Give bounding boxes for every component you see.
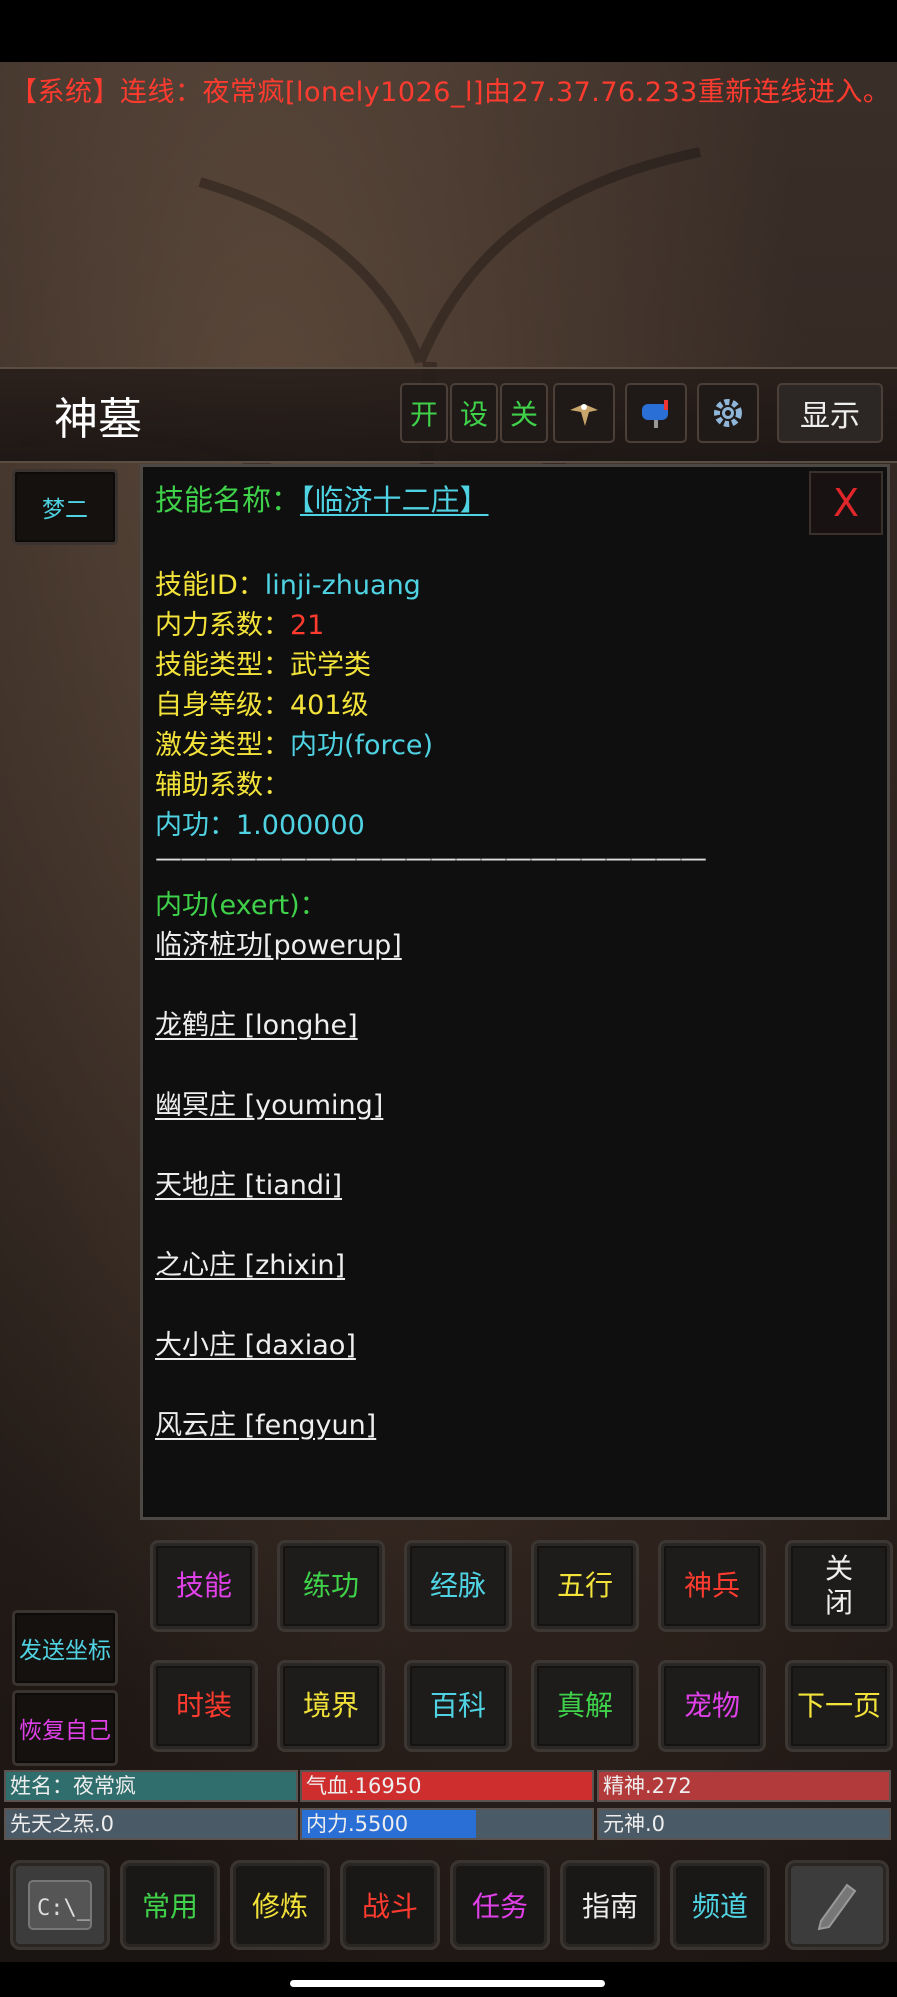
eagle-icon[interactable]: [553, 383, 615, 443]
skill-detail-panel: 技能名称：【临济十二庄】 X 技能ID：linji-zhuang 内力系数：21…: [140, 464, 890, 1520]
nav-cultivate[interactable]: 修炼: [230, 1860, 330, 1950]
yuanshen-value: 元神.0: [603, 1812, 666, 1836]
exert-item[interactable]: 幽冥庄 [youming]: [155, 1083, 383, 1122]
skill-title-value[interactable]: 【临济十二庄】: [300, 483, 489, 517]
nav-quest[interactable]: 任务: [450, 1860, 550, 1950]
divine-weapon-button[interactable]: 神兵: [658, 1540, 766, 1632]
close-toggle-button[interactable]: 关: [500, 383, 548, 443]
five-elements-button[interactable]: 五行: [531, 1540, 639, 1632]
level-label: 自身等级：: [155, 690, 290, 721]
pet-button[interactable]: 宠物: [658, 1660, 766, 1752]
aux-label: 辅助系数：: [155, 770, 290, 801]
neili-row: 内力系数：21: [155, 603, 324, 642]
nav-common[interactable]: 常用: [120, 1860, 220, 1950]
hp-bar: 气血.16950: [300, 1770, 594, 1802]
svg-text:C:\_: C:\_: [37, 1896, 91, 1921]
settings-button[interactable]: 设: [450, 383, 498, 443]
skill-id-value: linji-zhuang: [264, 570, 421, 601]
nav-guide[interactable]: 指南: [560, 1860, 660, 1950]
neili-value: 21: [290, 610, 325, 641]
room-header: 神墓 开 设 关 显示: [0, 367, 897, 463]
exert-item[interactable]: 风云庄 [fengyun]: [155, 1403, 376, 1442]
exert-item[interactable]: 之心庄 [zhixin]: [155, 1243, 345, 1282]
force-row: 内功：1.000000: [155, 803, 365, 842]
spirit-value: 精神.272: [603, 1774, 692, 1798]
skill-id-row: 技能ID：linji-zhuang: [155, 563, 421, 602]
exert-item[interactable]: 天地庄 [tiandi]: [155, 1163, 342, 1202]
skill-title-label: 技能名称：: [155, 483, 301, 517]
spirit-bar: 精神.272: [597, 1770, 891, 1802]
mailbox-icon[interactable]: [625, 383, 687, 443]
exert-type-label: 激发类型：: [155, 730, 290, 761]
open-button[interactable]: 开: [400, 383, 448, 443]
exert-item[interactable]: 大小庄 [daxiao]: [155, 1323, 356, 1362]
exert-header: 内功(exert)：: [155, 890, 327, 921]
skill-type-value: 武学类: [290, 650, 371, 681]
gear-icon[interactable]: [697, 383, 759, 443]
skill-id-label: 技能ID：: [155, 570, 265, 601]
realm-button[interactable]: 境界: [277, 1660, 385, 1752]
player-name: 姓名：夜常疯: [10, 1774, 136, 1798]
exert-item[interactable]: 龙鹤庄 [longhe]: [155, 1003, 358, 1042]
exert-type-value: 内功(force): [290, 730, 434, 761]
close-menu-button[interactable]: 关 闭: [785, 1540, 893, 1632]
exert-type-row: 激发类型：内功(force): [155, 723, 433, 762]
dream-two-button[interactable]: 梦二: [12, 469, 118, 545]
level-row: 自身等级：401级: [155, 683, 369, 722]
xiantian-value: 先天之炁.0: [10, 1812, 115, 1836]
home-indicator[interactable]: [290, 1980, 605, 1987]
meridian-button[interactable]: 经脉: [404, 1540, 512, 1632]
next-page-button[interactable]: 下一页: [785, 1660, 893, 1752]
skill-title: 技能名称：【临济十二庄】: [155, 477, 489, 519]
yuanshen-bar: 元神.0: [597, 1808, 891, 1840]
force-label: 内功：: [155, 810, 236, 841]
skill-type-label: 技能类型：: [155, 650, 290, 681]
nav-battle[interactable]: 战斗: [340, 1860, 440, 1950]
true-solution-button[interactable]: 真解: [531, 1660, 639, 1752]
neili-label: 内力系数：: [155, 610, 290, 641]
exert-item[interactable]: 临济桩功[powerup]: [155, 923, 402, 962]
room-name: 神墓: [54, 394, 142, 445]
neili-bar-value: 内力.5500: [306, 1812, 409, 1836]
costume-button[interactable]: 时装: [150, 1660, 258, 1752]
name-bar: 姓名：夜常疯: [4, 1770, 298, 1802]
xiantian-bar: 先天之炁.0: [4, 1808, 298, 1840]
hp-value: 气血.16950: [306, 1774, 422, 1798]
encyclopedia-button[interactable]: 百科: [404, 1660, 512, 1752]
nav-channel[interactable]: 频道: [670, 1860, 770, 1950]
status-bar: [0, 0, 897, 62]
neili-bar: 内力.5500: [300, 1808, 594, 1840]
system-message: 【系统】连线：夜常疯[lonely1026_l]由27.37.76.233重新连…: [10, 77, 891, 108]
train-button[interactable]: 练功: [277, 1540, 385, 1632]
console-icon[interactable]: C:\_: [10, 1860, 110, 1950]
show-button[interactable]: 显示: [777, 383, 883, 443]
force-value: 1.000000: [236, 810, 365, 841]
level-value: 401级: [290, 690, 369, 721]
restore-self-button[interactable]: 恢复自己: [12, 1690, 118, 1766]
send-coords-button[interactable]: 发送坐标: [12, 1610, 118, 1686]
pen-icon[interactable]: [785, 1860, 889, 1950]
close-panel-button[interactable]: X: [809, 471, 883, 535]
skills-button[interactable]: 技能: [150, 1540, 258, 1632]
skill-type-row: 技能类型：武学类: [155, 643, 371, 682]
divider: ——————————————————————: [155, 843, 707, 874]
